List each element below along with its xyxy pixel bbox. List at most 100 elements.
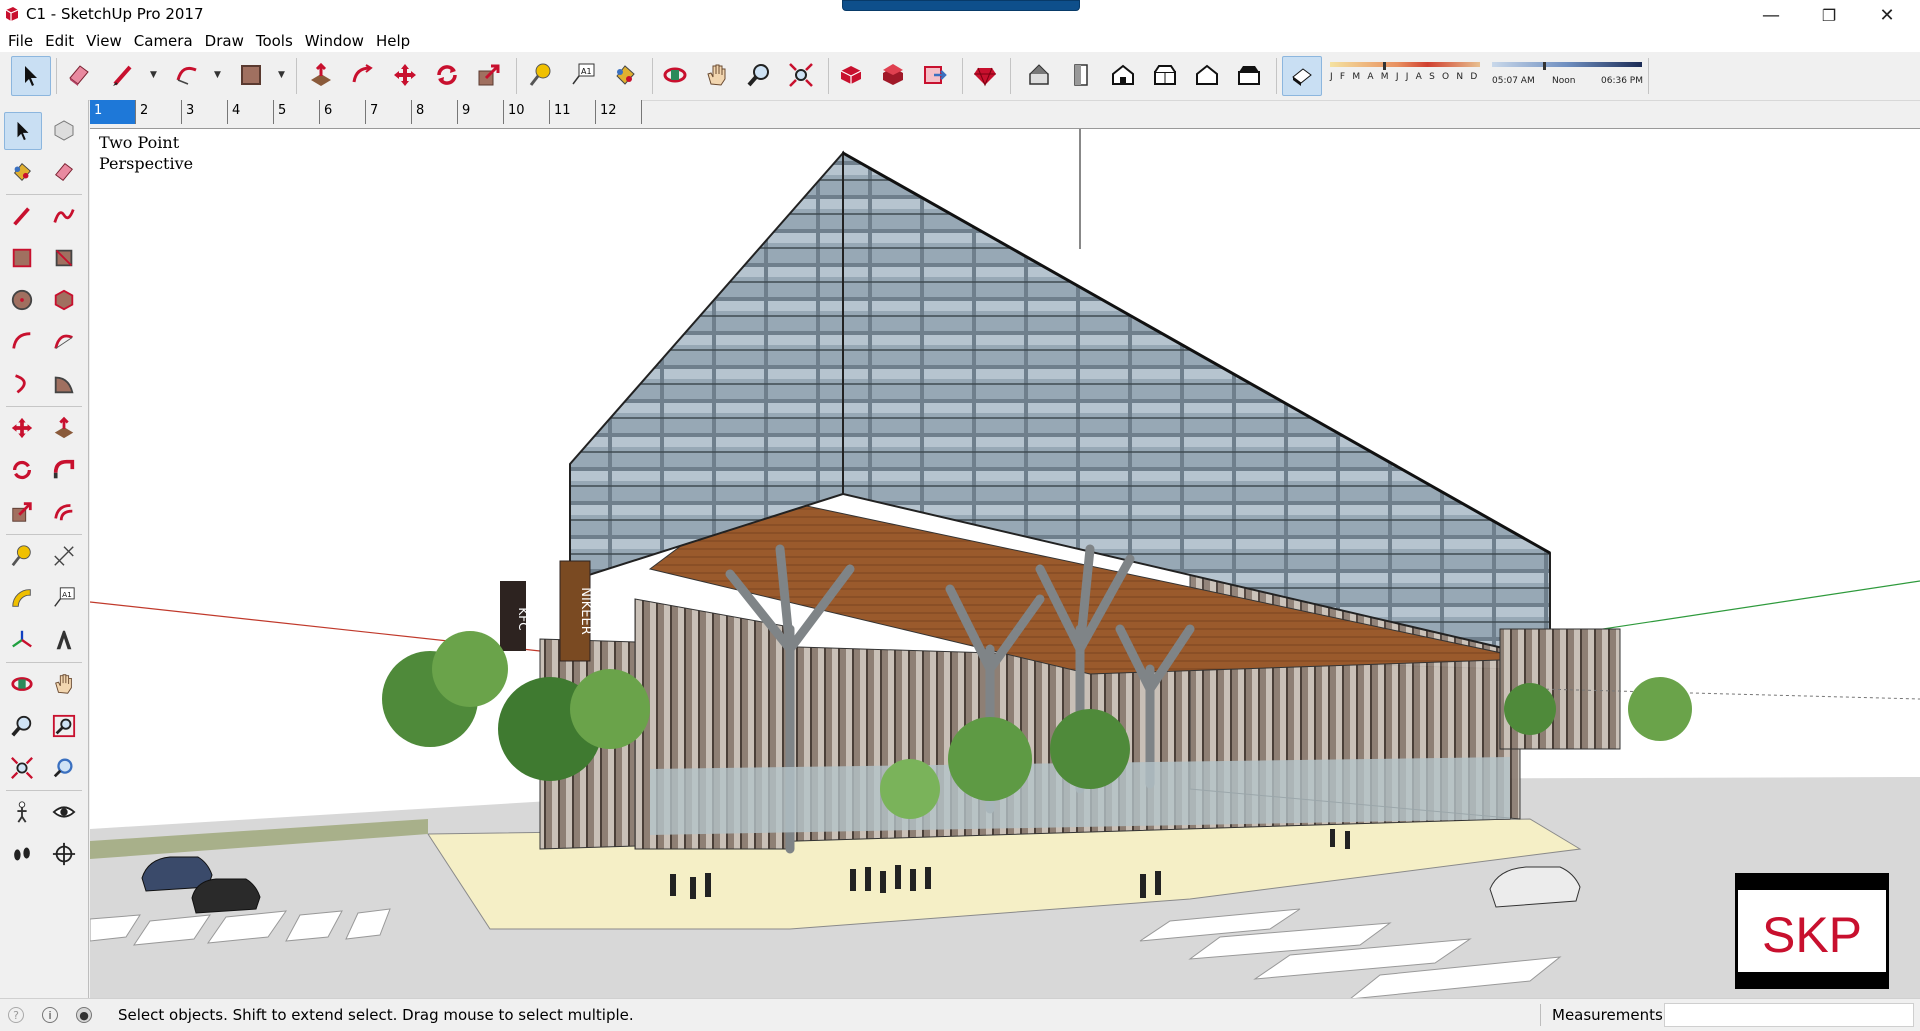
offset-tool-button[interactable]: [46, 494, 82, 530]
dimension-tool-button[interactable]: [46, 538, 82, 574]
iso-view-button[interactable]: [1020, 56, 1058, 94]
zoom-extents-tool-button[interactable]: [782, 56, 820, 94]
right-view-button[interactable]: [1146, 56, 1184, 94]
scale-tool-button[interactable]: [470, 56, 508, 94]
previous-view-button[interactable]: [46, 750, 82, 786]
scale-tool-button[interactable]: [4, 494, 40, 530]
menu-help[interactable]: Help: [370, 30, 416, 52]
freehand-tool-button[interactable]: [46, 198, 82, 234]
time-slider[interactable]: [1492, 62, 1642, 76]
rotate-tool-button[interactable]: [428, 56, 466, 94]
front-view-button[interactable]: [1104, 56, 1142, 94]
zoom-tool-button[interactable]: [4, 708, 40, 744]
2-point-arc-tool-button[interactable]: [46, 324, 82, 360]
tab-scene-6[interactable]: 6: [320, 100, 366, 124]
menu-tools[interactable]: Tools: [250, 30, 299, 52]
rectangle-tool-button[interactable]: [4, 240, 40, 276]
select-tool-button[interactable]: [11, 56, 51, 96]
push-pull-tool-button[interactable]: [46, 410, 82, 446]
model-viewport[interactable]: KFC NIKEER Two Point Perspective SKP: [90, 128, 1920, 999]
maximize-button[interactable]: ❐: [1800, 0, 1858, 30]
shadows-toggle-button[interactable]: [1282, 56, 1322, 96]
tape-measure-tool-button[interactable]: [522, 56, 560, 94]
send-to-layout-button[interactable]: [916, 56, 954, 94]
menu-file[interactable]: File: [2, 30, 39, 52]
position-camera-tool-button[interactable]: [4, 794, 40, 830]
extension-warehouse-icon: [883, 64, 903, 85]
zoom-window-tool-button[interactable]: [46, 708, 82, 744]
tab-scene-9[interactable]: 9: [458, 100, 504, 124]
extension-warehouse-button[interactable]: [874, 56, 912, 94]
back-view-button[interactable]: [1188, 56, 1226, 94]
zoom-extents-tool-button[interactable]: [4, 750, 40, 786]
measurements-input[interactable]: [1664, 1003, 1914, 1027]
left-view-button[interactable]: [1230, 56, 1268, 94]
sketchup-app-icon: [5, 7, 19, 21]
select-tool-button[interactable]: [4, 112, 42, 150]
tab-scene-8[interactable]: 8: [412, 100, 458, 124]
tab-scene-12[interactable]: 12: [596, 100, 642, 124]
main-toolbar: ▼ ▼ ▼ A1 J F M A M J J A S O N D 05:07 A…: [0, 52, 1920, 101]
menu-draw[interactable]: Draw: [199, 30, 250, 52]
rotate-tool-button[interactable]: [4, 452, 40, 488]
tab-scene-1[interactable]: 1: [90, 100, 136, 124]
rectangle-tool-button[interactable]: [232, 56, 270, 94]
menu-window[interactable]: Window: [299, 30, 370, 52]
orbit-tool-button[interactable]: [656, 56, 694, 94]
minimize-button[interactable]: —: [1742, 0, 1800, 30]
eraser-tool-button[interactable]: [46, 154, 82, 190]
3d-text-tool-button[interactable]: [46, 622, 82, 658]
text-tool-button[interactable]: A1: [46, 580, 82, 616]
tab-scene-3[interactable]: 3: [182, 100, 228, 124]
shadow-settings-panel: J F M A M J J A S O N D 05:07 AM Noon 06…: [1322, 56, 1646, 94]
follow-me-tool-button[interactable]: [344, 56, 382, 94]
section-plane-tool-button[interactable]: [46, 836, 82, 872]
tab-scene-4[interactable]: 4: [228, 100, 274, 124]
menu-edit[interactable]: Edit: [39, 30, 80, 52]
component-tool-button[interactable]: [46, 112, 82, 148]
paint-bucket-tool-button[interactable]: [606, 56, 644, 94]
walk-tool-button[interactable]: [4, 836, 40, 872]
pan-tool-button[interactable]: [46, 666, 82, 702]
chevron-down-icon[interactable]: ▼: [150, 70, 157, 80]
3d-warehouse-button[interactable]: [832, 56, 870, 94]
paint-bucket-tool-button[interactable]: [4, 154, 40, 190]
look-around-tool-button[interactable]: [46, 794, 82, 830]
move-tool-button[interactable]: [4, 410, 40, 446]
geolocation-icon[interactable]: ?: [8, 1007, 24, 1023]
pan-tool-button[interactable]: [698, 56, 736, 94]
menu-camera[interactable]: Camera: [128, 30, 199, 52]
tab-scene-5[interactable]: 5: [274, 100, 320, 124]
protractor-tool-button[interactable]: [4, 580, 40, 616]
chevron-down-icon[interactable]: ▼: [278, 70, 285, 80]
menu-view[interactable]: View: [80, 30, 128, 52]
ruby-console-button[interactable]: [966, 56, 1004, 94]
tape-measure-tool-button[interactable]: [4, 538, 40, 574]
orbit-tool-button[interactable]: [4, 666, 40, 702]
arc-tool-button[interactable]: [168, 56, 206, 94]
follow-me-tool-button[interactable]: [46, 452, 82, 488]
circle-tool-button[interactable]: [4, 282, 40, 318]
arc-tool-button[interactable]: [4, 324, 40, 360]
axes-tool-button[interactable]: [4, 622, 40, 658]
eraser-tool-button[interactable]: [60, 56, 98, 94]
polygon-tool-button[interactable]: [46, 282, 82, 318]
close-button[interactable]: ✕: [1858, 0, 1916, 30]
tab-scene-10[interactable]: 10: [504, 100, 550, 124]
text-tool-button[interactable]: A1: [564, 56, 602, 94]
tab-scene-11[interactable]: 11: [550, 100, 596, 124]
chevron-down-icon[interactable]: ▼: [214, 70, 221, 80]
line-tool-button[interactable]: [104, 56, 142, 94]
move-tool-button[interactable]: [386, 56, 424, 94]
tab-scene-2[interactable]: 2: [136, 100, 182, 124]
line-tool-button[interactable]: [4, 198, 40, 234]
user-account-icon[interactable]: ●: [76, 1007, 92, 1023]
top-view-button[interactable]: [1062, 56, 1100, 94]
3-point-arc-tool-button[interactable]: [4, 366, 40, 402]
push-pull-tool-button[interactable]: [302, 56, 340, 94]
info-icon[interactable]: i: [42, 1007, 58, 1023]
rotated-rectangle-tool-button[interactable]: [46, 240, 82, 276]
pie-tool-button[interactable]: [46, 366, 82, 402]
zoom-tool-button[interactable]: [740, 56, 778, 94]
tab-scene-7[interactable]: 7: [366, 100, 412, 124]
